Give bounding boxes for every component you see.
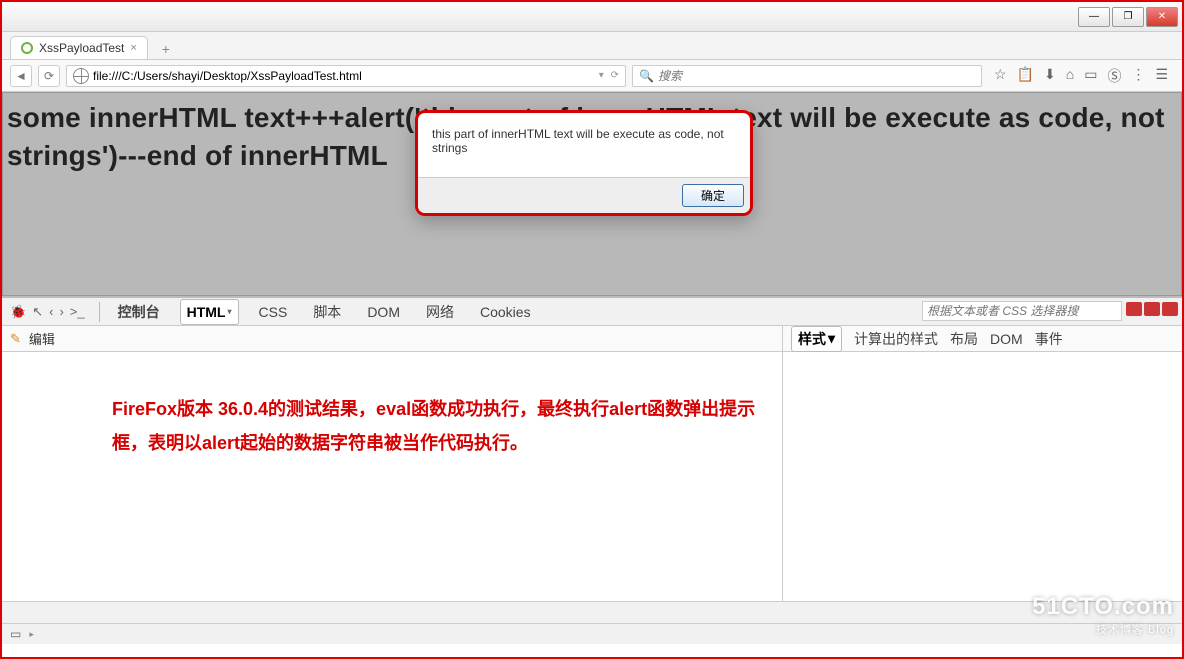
next-icon[interactable]: › [59, 304, 63, 320]
inspect-icon[interactable]: ↖ [32, 304, 43, 320]
window-maximize-button[interactable]: ❐ [1112, 7, 1144, 27]
window-titlebar: — ❐ ✕ [2, 2, 1182, 32]
tab-bar: XssPayloadTest × + [2, 32, 1182, 60]
prev-icon[interactable]: ‹ [49, 304, 53, 320]
downloads-icon[interactable]: ⬇ [1044, 66, 1056, 86]
url-dropdown-icon[interactable]: ▾ ⟳ [599, 70, 619, 81]
search-icon: 🔍 [639, 69, 654, 83]
devtools-subtoolbar: ✎ 编辑 样式▾ 计算出的样式 布局 DOM 事件 [2, 326, 1182, 352]
globe-icon [73, 68, 89, 84]
devtools-popout-icon[interactable] [1144, 302, 1160, 316]
bookmark-star-icon[interactable]: ☆ [994, 66, 1007, 86]
tab-title: XssPayloadTest [39, 41, 124, 55]
devtools-tabs: 控制台 HTML▾ CSS 脚本 DOM 网络 Cookies [106, 298, 537, 326]
devtools-panel-tabs: 样式▾ 计算出的样式 布局 DOM 事件 [782, 326, 1182, 352]
back-button[interactable]: ◄ [10, 65, 32, 87]
panel-style[interactable]: 样式▾ [791, 326, 842, 352]
edit-icon[interactable]: ✎ [10, 331, 21, 347]
addon-icon[interactable]: Ⓢ [1107, 66, 1121, 86]
panel-layout[interactable]: 布局 [950, 329, 978, 349]
clipboard-icon[interactable]: 📋 [1017, 66, 1034, 86]
devtools-minimize-icon[interactable] [1126, 302, 1142, 316]
tab-html[interactable]: HTML▾ [180, 299, 239, 325]
devtools-toolbar: 🐞 ↖ ‹ › >_ 控制台 HTML▾ CSS 脚本 DOM 网络 Cooki… [2, 298, 1182, 326]
alert-message: this part of innerHTML text will be exec… [418, 113, 750, 177]
status-box-icon[interactable]: ▭ [10, 627, 21, 641]
toolbar-icons: ☆ 📋 ⬇ ⌂ ▭ Ⓢ ⋮ ☰ [988, 66, 1174, 86]
tab-net[interactable]: 网络 [420, 298, 460, 326]
reload-button[interactable]: ⟳ [38, 65, 60, 87]
devtools: 🐞 ↖ ‹ › >_ 控制台 HTML▾ CSS 脚本 DOM 网络 Cooki… [2, 296, 1182, 644]
search-bar[interactable]: 🔍 [632, 65, 982, 87]
toolbar: ◄ ⟳ ▾ ⟳ 🔍 ☆ 📋 ⬇ ⌂ ▭ Ⓢ ⋮ ☰ [2, 60, 1182, 92]
window-close-button[interactable]: ✕ [1146, 7, 1178, 27]
tab-console[interactable]: 控制台 [112, 298, 166, 326]
more-icon[interactable]: ⋮ [1131, 66, 1145, 86]
devtools-body: FireFox版本 36.0.4的测试结果，eval函数成功执行，最终执行ale… [2, 352, 1182, 602]
alert-dialog: this part of innerHTML text will be exec… [415, 110, 753, 216]
style-panel [782, 352, 1182, 601]
panel-computed[interactable]: 计算出的样式 [854, 329, 938, 349]
browser-tab[interactable]: XssPayloadTest × [10, 36, 148, 59]
edit-label[interactable]: 编辑 [29, 329, 55, 348]
home-icon[interactable]: ⌂ [1066, 66, 1074, 86]
devtools-search-input[interactable] [923, 302, 1121, 320]
alert-ok-button[interactable]: 确定 [682, 184, 744, 207]
annotation-text: FireFox版本 36.0.4的测试结果，eval函数成功执行，最终执行ale… [2, 352, 782, 601]
devtools-window-buttons [1126, 302, 1178, 316]
firebug-icon[interactable]: 🐞 [10, 304, 26, 320]
tab-close-icon[interactable]: × [130, 42, 136, 54]
devtools-close-icon[interactable] [1162, 302, 1178, 316]
favicon-icon [21, 42, 33, 54]
window-minimize-button[interactable]: — [1078, 7, 1110, 27]
sidebar-icon[interactable]: ▭ [1084, 66, 1097, 86]
console-toggle-icon[interactable]: >_ [70, 304, 85, 320]
devtools-search[interactable] [922, 301, 1122, 321]
status-expand-icon[interactable]: ▸ [29, 629, 34, 640]
tab-css[interactable]: CSS [253, 300, 294, 324]
panel-events[interactable]: 事件 [1035, 329, 1063, 349]
search-input[interactable] [658, 69, 975, 83]
address-bar[interactable]: ▾ ⟳ [66, 65, 626, 87]
menu-icon[interactable]: ☰ [1155, 66, 1168, 86]
url-input[interactable] [93, 69, 595, 83]
tab-dom[interactable]: DOM [361, 300, 406, 324]
tab-cookies[interactable]: Cookies [474, 300, 537, 324]
devtools-status-upper [2, 602, 1182, 624]
tab-script[interactable]: 脚本 [307, 298, 347, 326]
new-tab-button[interactable]: + [156, 39, 176, 59]
devtools-status-lower: ▭ ▸ [2, 624, 1182, 644]
panel-dom[interactable]: DOM [990, 331, 1023, 347]
